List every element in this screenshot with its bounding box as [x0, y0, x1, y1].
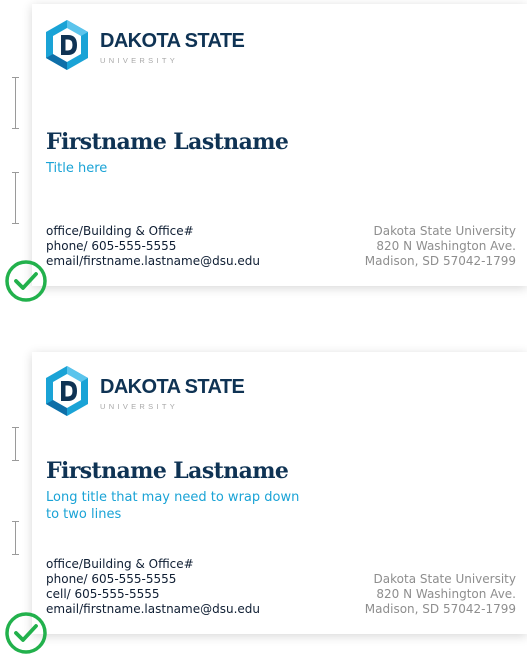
person-name: Firstname Lastname [46, 458, 289, 484]
office-line: office/Building & Office# [46, 557, 194, 571]
dsu-logo: DAKOTA STATE UNIVERSITY [44, 365, 304, 425]
check-circle-icon [5, 260, 47, 302]
address-block: Dakota State University 820 N Washington… [365, 572, 516, 617]
office-line: office/Building & Office# [46, 224, 194, 238]
dsu-hexagon-icon [46, 20, 88, 70]
address-line-1: Dakota State University [373, 224, 516, 238]
spacing-guide [12, 427, 19, 461]
spacing-guide [12, 521, 19, 555]
business-card-long-title: DAKOTA STATE UNIVERSITY Firstname Lastna… [32, 352, 527, 634]
wordmark-subtitle: UNIVERSITY [100, 56, 179, 65]
address-line-2: 820 N Washington Ave. [376, 587, 516, 601]
address-line-1: Dakota State University [373, 572, 516, 586]
person-title: Title here [46, 161, 108, 176]
contact-details: office/Building & Office# phone/ 605-555… [46, 557, 260, 617]
address-block: Dakota State University 820 N Washington… [365, 224, 516, 269]
person-title: Long title that may need to wrap down to… [46, 490, 300, 522]
cell-line: cell/ 605-555-5555 [46, 587, 160, 601]
address-line-2: 820 N Washington Ave. [376, 239, 516, 253]
spacing-guide [12, 77, 19, 129]
address-line-3: Madison, SD 57042-1799 [364, 254, 516, 268]
wordmark: DAKOTA STATE [100, 30, 245, 52]
check-circle-icon [5, 612, 47, 654]
phone-line: phone/ 605-555-5555 [46, 239, 177, 253]
email-line: email/firstname.lastname@dsu.edu [46, 602, 261, 616]
email-line: email/firstname.lastname@dsu.edu [46, 254, 261, 268]
spacing-guide [12, 172, 19, 224]
address-line-3: Madison, SD 57042-1799 [364, 602, 516, 616]
dsu-logo: DAKOTA STATE UNIVERSITY [44, 19, 304, 79]
phone-line: phone/ 605-555-5555 [46, 572, 177, 586]
wordmark: DAKOTA STATE [100, 376, 245, 398]
contact-details: office/Building & Office# phone/ 605-555… [46, 224, 260, 269]
wordmark-subtitle: UNIVERSITY [100, 402, 179, 411]
dsu-hexagon-icon [46, 366, 88, 416]
person-name: Firstname Lastname [46, 129, 289, 155]
business-card-standard: DAKOTA STATE UNIVERSITY Firstname Lastna… [32, 4, 527, 286]
